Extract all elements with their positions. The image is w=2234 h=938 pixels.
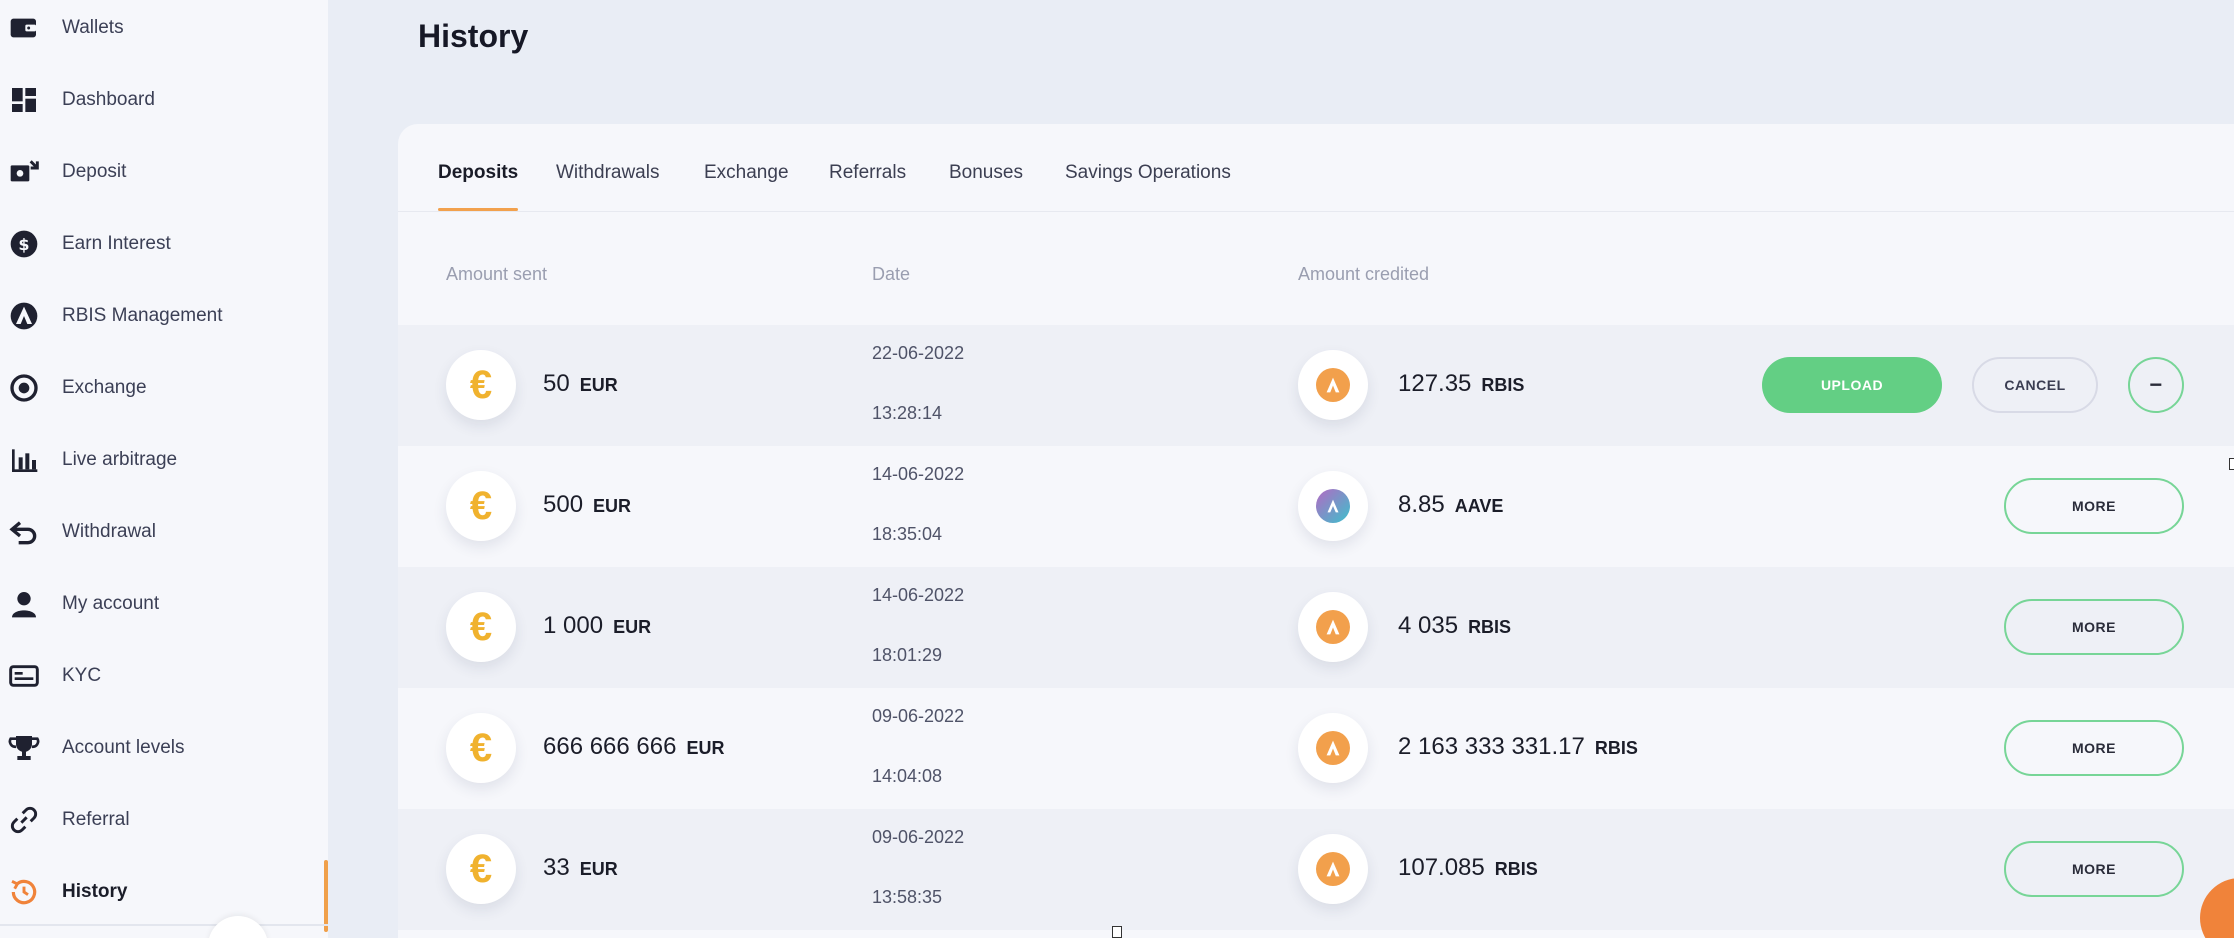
amount-sent: 33 EUR bbox=[543, 854, 618, 881]
amount-sent: 500 EUR bbox=[543, 491, 632, 518]
svg-text:$: $ bbox=[18, 235, 29, 254]
row-time: 13:28:14 bbox=[872, 403, 943, 423]
row-date: 22-06-2022 bbox=[872, 343, 965, 363]
aave-coin-icon bbox=[1298, 471, 1368, 541]
column-header-amount-sent: Amount sent bbox=[446, 264, 548, 284]
more-button[interactable]: MORE bbox=[2004, 720, 2184, 776]
tab-savings-operations[interactable]: Savings Operations bbox=[1065, 162, 1231, 184]
rbis-coin-icon bbox=[1298, 834, 1368, 904]
row-time: 18:01:29 bbox=[872, 645, 943, 665]
more-options-button[interactable]: − bbox=[2128, 357, 2184, 413]
row-date: 14-06-2022 bbox=[872, 585, 965, 605]
row-date: 14-06-2022 bbox=[872, 464, 965, 484]
more-button[interactable]: MORE bbox=[2004, 478, 2184, 534]
row-time: 14:04:08 bbox=[872, 766, 943, 786]
exchange-icon bbox=[7, 371, 41, 405]
sidebar-item-rbis-management[interactable]: RBIS Management bbox=[0, 280, 328, 352]
history-icon bbox=[7, 875, 41, 909]
history-card: Deposits Withdrawals Exchange Referrals … bbox=[398, 124, 2234, 938]
user-icon bbox=[7, 587, 41, 621]
deposit-icon bbox=[7, 155, 41, 189]
trophy-icon bbox=[7, 731, 41, 765]
tab-referrals[interactable]: Referrals bbox=[829, 162, 906, 184]
sidebar-item-label: History bbox=[62, 881, 128, 902]
rbis-coin-icon bbox=[1298, 592, 1368, 662]
column-header-amount-credited: Amount credited bbox=[1298, 264, 1430, 284]
euro-coin-icon: € bbox=[446, 471, 516, 541]
rbis-coin-icon bbox=[1298, 713, 1368, 783]
table-row: € 500 EUR 14-06-2022 18:35:04 8.85 AAVE MO… bbox=[398, 446, 2234, 567]
sidebar-item-history[interactable]: History bbox=[0, 856, 328, 932]
cancel-button[interactable]: CANCEL bbox=[1972, 357, 2098, 413]
dashboard-icon bbox=[7, 83, 41, 117]
sidebar-divider bbox=[0, 924, 328, 926]
column-header-date: Date bbox=[872, 264, 911, 284]
amount-credited: 107.085 RBIS bbox=[1398, 854, 1538, 881]
tab-exchange[interactable]: Exchange bbox=[704, 162, 789, 184]
row-time: 13:58:35 bbox=[872, 887, 943, 907]
sidebar-item-deposit[interactable]: Deposit bbox=[0, 136, 328, 208]
amount-sent: 666 666 666 EUR bbox=[543, 733, 725, 760]
amount-sent: 1 000 EUR bbox=[543, 612, 652, 639]
sidebar-item-exchange[interactable]: Exchange bbox=[0, 352, 328, 424]
upload-button[interactable]: UPLOAD bbox=[1762, 357, 1942, 413]
sidebar-item-dashboard[interactable]: Dashboard bbox=[0, 64, 328, 136]
sidebar-item-label: Deposit bbox=[62, 161, 127, 182]
sidebar: Wallets Dashboard Deposit $ Earn Interes… bbox=[0, 0, 328, 938]
rbis-icon bbox=[7, 299, 41, 333]
euro-coin-icon: € bbox=[446, 834, 516, 904]
bar-chart-icon bbox=[7, 443, 41, 477]
amount-credited: 2 163 333 331.17 RBIS bbox=[1398, 733, 1638, 760]
tab-deposits[interactable]: Deposits bbox=[438, 162, 519, 211]
sidebar-item-label: Dashboard bbox=[62, 89, 155, 110]
withdrawal-icon bbox=[7, 515, 41, 549]
table-row: € 1 000 EUR 14-06-2022 18:01:29 4 035 RBIS… bbox=[398, 567, 2234, 688]
resize-handle-right[interactable] bbox=[2229, 458, 2234, 470]
amount-sent: 50 EUR bbox=[543, 370, 618, 397]
euro-coin-icon: € bbox=[446, 713, 516, 783]
row-time: 18:35:04 bbox=[872, 524, 943, 544]
row-date: 09-06-2022 bbox=[872, 706, 965, 726]
history-tabs: Deposits Withdrawals Exchange Referrals … bbox=[398, 124, 2234, 212]
sidebar-item-label: Referral bbox=[62, 809, 130, 830]
sidebar-item-label: Earn Interest bbox=[62, 233, 171, 254]
rbis-coin-icon bbox=[1298, 350, 1368, 420]
sidebar-item-label: Withdrawal bbox=[62, 521, 156, 542]
amount-credited: 127.35 RBIS bbox=[1398, 370, 1525, 397]
page-title: History bbox=[418, 18, 529, 54]
amount-credited: 8.85 AAVE bbox=[1398, 491, 1504, 518]
resize-handle-bottom[interactable] bbox=[1112, 926, 1122, 938]
wallet-icon bbox=[7, 11, 41, 45]
sidebar-item-kyc[interactable]: KYC bbox=[0, 640, 328, 712]
row-date: 09-06-2022 bbox=[872, 827, 965, 847]
sidebar-item-label: My account bbox=[62, 593, 160, 614]
tab-bonuses[interactable]: Bonuses bbox=[949, 162, 1023, 184]
link-icon bbox=[7, 803, 41, 837]
amount-credited: 4 035 RBIS bbox=[1398, 612, 1512, 639]
sidebar-item-account-levels[interactable]: Account levels bbox=[0, 712, 328, 784]
sidebar-item-label: Exchange bbox=[62, 377, 147, 398]
more-button[interactable]: MORE bbox=[2004, 841, 2184, 897]
sidebar-item-label: Live arbitrage bbox=[62, 449, 178, 470]
table-row: € 50 EUR 22-06-2022 13:28:14 127.35 RBIS U… bbox=[398, 325, 2234, 446]
earn-interest-icon: $ bbox=[7, 227, 41, 261]
euro-coin-icon: € bbox=[446, 592, 516, 662]
euro-coin-icon: € bbox=[446, 350, 516, 420]
sidebar-item-live-arbitrage[interactable]: Live arbitrage bbox=[0, 424, 328, 496]
sidebar-item-label: Wallets bbox=[62, 17, 124, 38]
id-card-icon bbox=[7, 659, 41, 693]
tab-withdrawals[interactable]: Withdrawals bbox=[556, 162, 659, 184]
sidebar-item-label: KYC bbox=[62, 665, 102, 686]
table-row: € 666 666 666 EUR 09-06-2022 14:04:08 2 1… bbox=[398, 688, 2234, 809]
sidebar-item-label: RBIS Management bbox=[62, 305, 223, 326]
table-row: € 33 EUR 09-06-2022 13:58:35 107.085 RBIS … bbox=[398, 809, 2234, 930]
sidebar-item-earn-interest[interactable]: $ Earn Interest bbox=[0, 208, 328, 280]
sidebar-item-referral[interactable]: Referral bbox=[0, 784, 328, 856]
sidebar-item-my-account[interactable]: My account bbox=[0, 568, 328, 640]
more-button[interactable]: MORE bbox=[2004, 599, 2184, 655]
sidebar-item-wallets[interactable]: Wallets bbox=[0, 0, 328, 64]
ellipsis-icon: − bbox=[2149, 372, 2163, 397]
sidebar-item-withdrawal[interactable]: Withdrawal bbox=[0, 496, 328, 568]
sidebar-item-label: Account levels bbox=[62, 737, 185, 758]
